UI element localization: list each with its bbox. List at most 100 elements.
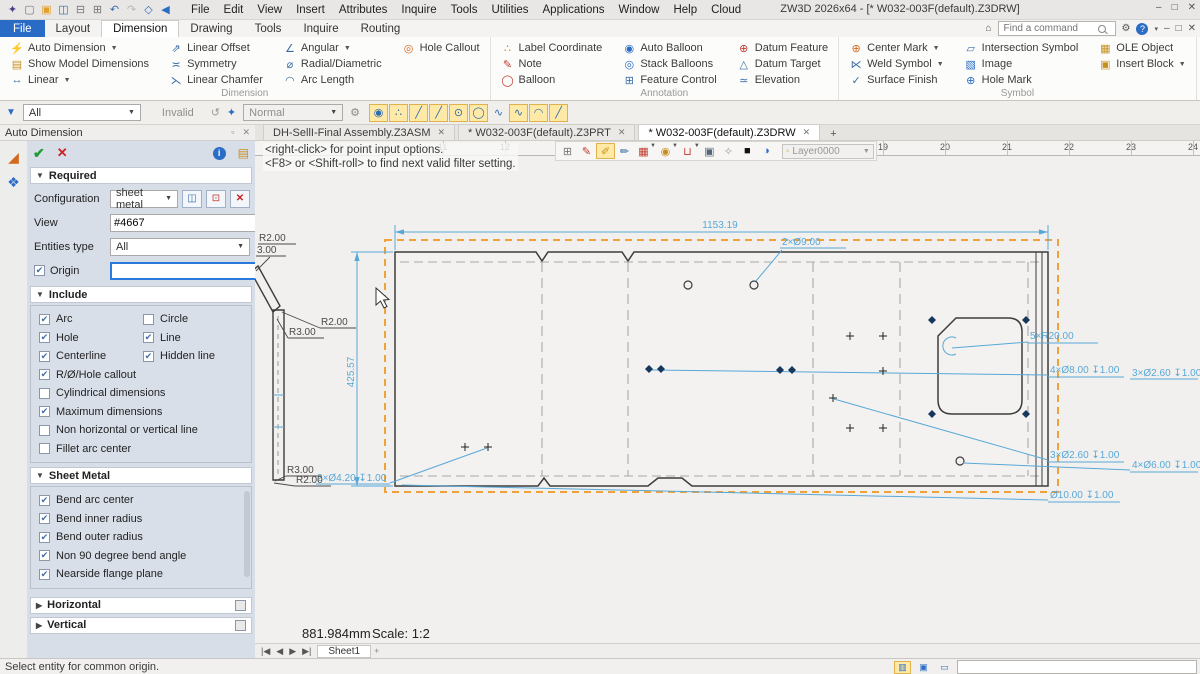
doc-tab-dh-selli-final-assembly-z3asm[interactable]: DH-SellI-Final Assembly.Z3ASM✕	[263, 124, 455, 140]
radial-diametric-button[interactable]: ⌀Radial/Diametric	[281, 56, 384, 72]
search-input[interactable]	[1002, 22, 1098, 35]
next-sheet-icon[interactable]: ▶	[286, 646, 299, 657]
feature-control-button[interactable]: ⊞Feature Control	[620, 72, 718, 88]
tab-close-icon[interactable]: ✕	[803, 127, 811, 138]
checkbox-maximum-dimensions[interactable]: ✔Maximum dimensions	[39, 403, 243, 422]
snap-button-5[interactable]: ◯	[469, 104, 488, 122]
checkbox-cylindrical-dimensions[interactable]: Cylindrical dimensions	[39, 384, 243, 403]
angular-button[interactable]: ∠Angular▼	[281, 40, 384, 56]
image-button[interactable]: ▧Image	[962, 56, 1081, 72]
menu-file[interactable]: File	[184, 2, 217, 18]
tab-file[interactable]: File	[0, 20, 45, 37]
auto-balloon-button[interactable]: ◉Auto Balloon	[620, 40, 718, 56]
canvas-tool-2-icon[interactable]: ✐	[596, 143, 615, 159]
hole-callout-button[interactable]: ◎Hole Callout	[400, 40, 482, 56]
section-vertical[interactable]: ▶Vertical	[30, 617, 252, 634]
note-button[interactable]: ✎Note	[499, 56, 605, 72]
checkbox-fillet-arc-center[interactable]: Fillet arc center	[39, 440, 243, 459]
info-icon[interactable]: i	[213, 147, 226, 160]
panel-close-icon[interactable]: ✕	[242, 127, 250, 138]
auto-dimension-tool-icon[interactable]: ◢	[0, 149, 27, 166]
checkbox-non-horizontal-or-vertical-line[interactable]: Non horizontal or vertical line	[39, 421, 243, 440]
tab-dimension[interactable]: Dimension	[101, 20, 179, 37]
canvas-tool-9-icon[interactable]: ■	[738, 143, 757, 159]
status-input[interactable]	[957, 660, 1197, 674]
home-icon[interactable]: ⌂	[985, 23, 991, 34]
tab-close-icon[interactable]: ✕	[438, 127, 446, 138]
ole-object-button[interactable]: ▦OLE Object	[1096, 40, 1187, 56]
ok-button[interactable]: ✔	[33, 145, 45, 162]
section-sheet-metal[interactable]: ▼Sheet Metal	[30, 467, 252, 484]
save-config-button[interactable]: ◫	[182, 190, 202, 208]
canvas-tool-3-icon[interactable]: ✏	[615, 143, 634, 159]
origin-checkbox[interactable]: ✔Origin	[34, 265, 106, 277]
checkbox-bend-outer-radius[interactable]: ✔Bend outer radius	[39, 528, 243, 547]
checkbox-hole[interactable]: ✔Hole	[39, 329, 143, 348]
tab-layout[interactable]: Layout	[45, 20, 102, 37]
checkbox-nearside-flange-plane[interactable]: ✔Nearside flange plane	[39, 565, 243, 584]
intersection-symbol-button[interactable]: ▱Intersection Symbol	[962, 40, 1081, 56]
elevation-button[interactable]: ≃Elevation	[735, 72, 830, 88]
show-model-dimensions-button[interactable]: ▤Show Model Dimensions	[8, 56, 151, 72]
cancel-button[interactable]: ✕	[57, 145, 68, 161]
datum-target-button[interactable]: △Datum Target	[735, 56, 830, 72]
menu-utilities[interactable]: Utilities	[484, 2, 535, 18]
prev-sheet-icon[interactable]: ◀	[273, 646, 286, 657]
gear-icon[interactable]: ⚙	[1122, 23, 1131, 34]
first-sheet-icon[interactable]: |◀	[258, 646, 273, 657]
menu-tools[interactable]: Tools	[444, 2, 485, 18]
menu-view[interactable]: View	[250, 2, 289, 18]
minimize-icon[interactable]: –	[1156, 2, 1162, 13]
flat-pattern[interactable]	[395, 252, 1048, 486]
open-file-icon[interactable]: ▣	[38, 3, 55, 16]
chevron-down-icon[interactable]: ▾	[1154, 25, 1158, 33]
arc-length-button[interactable]: ◠Arc Length	[281, 72, 384, 88]
checkbox-hidden-line[interactable]: ✔Hidden line	[143, 347, 243, 366]
add-sheet-icon[interactable]: +	[371, 646, 382, 656]
snap-button-7[interactable]: ∿	[509, 104, 528, 122]
app-logo-icon[interactable]: ✦	[4, 3, 21, 16]
menu-edit[interactable]: Edit	[217, 2, 251, 18]
ui-toggle-icon[interactable]: ▥	[894, 661, 911, 674]
print-icon[interactable]: ⊟	[72, 3, 89, 16]
label-coordinate-button[interactable]: ∴Label Coordinate	[499, 40, 605, 56]
balloon-button[interactable]: ◯Balloon	[499, 72, 605, 88]
canvas-tool-10-icon[interactable]: ◑	[757, 143, 776, 159]
canvas-tool-7-icon[interactable]: ▣	[700, 143, 719, 159]
tab-tools[interactable]: Tools	[244, 20, 293, 37]
menu-help[interactable]: Help	[666, 2, 704, 18]
canvas-tool-0-icon[interactable]: ⊞	[558, 143, 577, 159]
configuration-combo[interactable]: sheet metal▼	[110, 190, 178, 208]
canvas-tool-1-icon[interactable]: ✎	[577, 143, 596, 159]
sheet-tab[interactable]: Sheet1	[317, 645, 371, 658]
side-view[interactable]	[255, 266, 284, 480]
save-file-icon[interactable]: ◫	[55, 3, 72, 16]
panel-scrollbar[interactable]	[244, 491, 250, 577]
page-icon[interactable]: ▤	[238, 146, 249, 160]
undo-icon[interactable]: ↶	[106, 3, 123, 16]
view-manager-icon[interactable]: ❖	[0, 174, 27, 191]
doc-close-icon[interactable]: ✕	[1188, 23, 1196, 34]
linear-button[interactable]: ↔Linear▼	[8, 72, 151, 88]
monitor-icon[interactable]: ▣	[915, 661, 932, 674]
checkbox-non-90-degree-bend-angle[interactable]: ✔Non 90 degree bend angle	[39, 547, 243, 566]
datum-feature-button[interactable]: ⊕Datum Feature	[735, 40, 830, 56]
menu-window[interactable]: Window	[612, 2, 667, 18]
snap-button-3[interactable]: ╱	[429, 104, 448, 122]
drawing-canvas[interactable]: 1112192021222324 ⊞✎✐✏▦▼◉▼⊔▼▣✧■◑ ◦ Layer0…	[255, 141, 1200, 643]
snap-button-0[interactable]: ◉	[369, 104, 388, 122]
menu-insert[interactable]: Insert	[289, 2, 332, 18]
snap-button-4[interactable]: ⊙	[449, 104, 468, 122]
tab-drawing[interactable]: Drawing	[179, 20, 243, 37]
snap-button-1[interactable]: ∴	[389, 104, 408, 122]
back-icon[interactable]: ◀	[157, 3, 174, 16]
menu-inquire[interactable]: Inquire	[394, 2, 443, 18]
pencil-gear-icon[interactable]: ⚙	[350, 106, 360, 119]
snap-button-8[interactable]: ◠	[529, 104, 548, 122]
tab-routing[interactable]: Routing	[350, 20, 412, 37]
checkbox-bend-inner-radius[interactable]: ✔Bend inner radius	[39, 510, 243, 529]
section-horizontal[interactable]: ▶Horizontal	[30, 597, 252, 614]
drawing-view[interactable]: 1153.19 425.57 2×Ø9.00 5×R20.00 4×Ø8.00 …	[255, 141, 1200, 643]
checkbox-circle[interactable]: Circle	[143, 310, 243, 329]
view-field[interactable]	[110, 214, 255, 232]
